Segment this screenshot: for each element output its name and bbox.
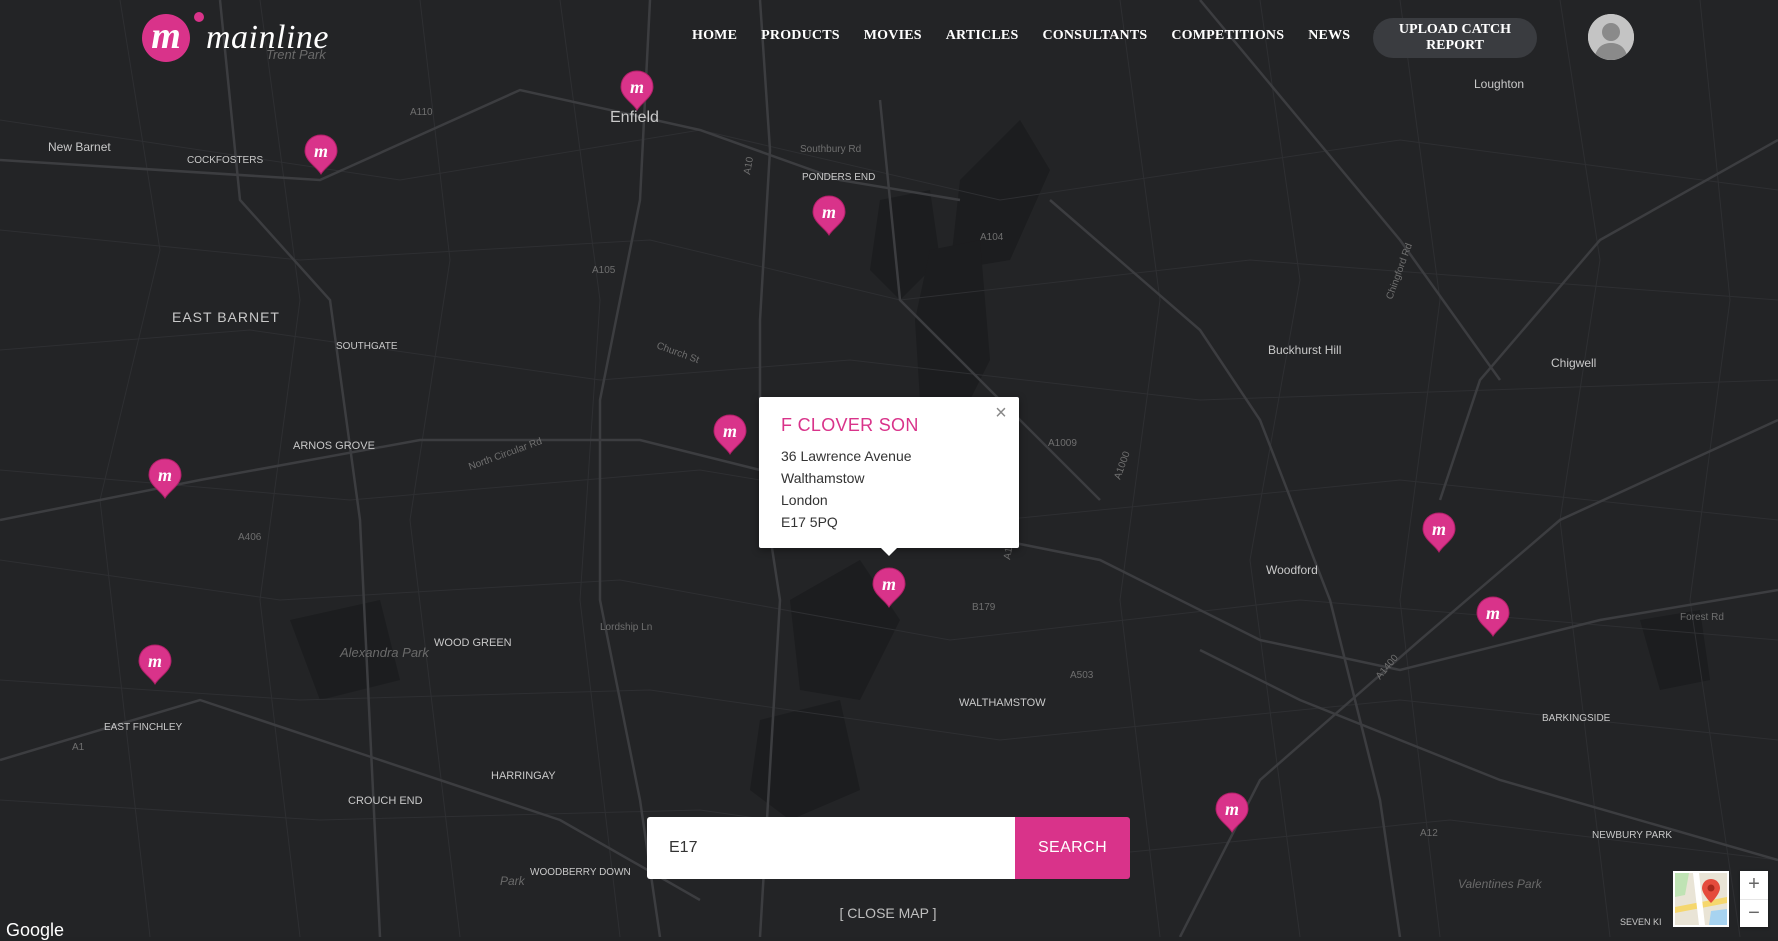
nav-articles[interactable]: ARTICLES — [934, 28, 1031, 44]
logo-text: mainline — [206, 19, 329, 56]
zoom-in-button[interactable]: + — [1740, 871, 1768, 899]
road-label: A110 — [410, 107, 433, 118]
logo-mark: m — [142, 14, 190, 62]
road-label: Lordship Ln — [600, 622, 652, 633]
nav-home[interactable]: HOME — [680, 28, 749, 44]
popup-address-line: E17 5PQ — [781, 514, 838, 530]
map-label-alexandra-park: Alexandra Park — [339, 645, 430, 660]
user-icon — [1588, 14, 1634, 60]
google-attribution: Google — [6, 920, 65, 940]
pin-letter: m — [630, 77, 644, 97]
nav-competitions[interactable]: COMPETITIONS — [1159, 28, 1296, 44]
popup-address-line: Walthamstow — [781, 470, 865, 486]
map-label-crouch-end: CROUCH END — [348, 795, 423, 807]
popup-address-line: London — [781, 492, 828, 508]
map-label-new-barnet: New Barnet — [48, 140, 111, 154]
brand-logo[interactable]: m mainline — [142, 12, 329, 64]
upload-catch-report-button[interactable]: UPLOAD CATCH REPORT — [1373, 18, 1537, 58]
map-type-toggle[interactable] — [1673, 871, 1729, 927]
avatar[interactable] — [1588, 14, 1634, 60]
pin-letter: m — [882, 574, 896, 594]
road-label: A105 — [592, 265, 616, 276]
main-nav: HOME PRODUCTS MOVIES ARTICLES CONSULTANT… — [680, 28, 1431, 52]
pin-letter: m — [158, 465, 172, 485]
logo-letter: m — [151, 15, 181, 57]
map-label-loughton: Loughton — [1474, 77, 1524, 91]
map-label-enfield: Enfield — [610, 109, 659, 126]
pin-letter: m — [822, 202, 836, 222]
close-map-link[interactable]: [ CLOSE MAP ] — [780, 905, 996, 921]
road-label: Southbury Rd — [800, 144, 861, 155]
search-button[interactable]: SEARCH — [1015, 817, 1130, 879]
road-label: A406 — [238, 532, 262, 543]
pin-letter: m — [1486, 603, 1500, 623]
map-label-wood-green: WOOD GREEN — [434, 637, 512, 649]
map-thumbnail-icon — [1675, 873, 1727, 925]
road-label: Forest Rd — [1680, 612, 1724, 623]
search-input[interactable] — [647, 817, 1015, 879]
map-label-east-finchley: EAST FINCHLEY — [104, 722, 182, 733]
map-label-woodford: Woodford — [1266, 563, 1318, 577]
map-label-seven-kings: SEVEN KI — [1620, 917, 1662, 927]
road-label: A1009 — [1048, 438, 1077, 449]
info-popup: × F CLOVER SON 36 Lawrence Avenue Waltha… — [759, 397, 1019, 556]
nav-consultants[interactable]: CONSULTANTS — [1030, 28, 1159, 44]
pin-letter: m — [314, 141, 328, 161]
pin-letter: m — [1225, 799, 1239, 819]
zoom-controls: + − — [1740, 871, 1768, 927]
zoom-out-button[interactable]: − — [1740, 899, 1768, 928]
pin-letter: m — [1432, 519, 1446, 539]
road-label: A104 — [980, 232, 1004, 243]
nav-movies[interactable]: MOVIES — [852, 28, 934, 44]
map-label-woodberry-down: WOODBERRY DOWN — [530, 867, 631, 878]
map-label-valentines-park: Valentines Park — [1458, 877, 1543, 891]
popup-address-line: 36 Lawrence Avenue — [781, 448, 912, 464]
logo-dot — [194, 12, 204, 22]
map-label-chigwell: Chigwell — [1551, 356, 1596, 370]
map-label-east-barnet: EAST BARNET — [172, 309, 280, 325]
popup-title: F CLOVER SON — [781, 415, 919, 435]
map-label-cockfosters: COCKFOSTERS — [187, 155, 263, 166]
road-label: A12 — [1420, 828, 1438, 839]
map-label-newbury-park: NEWBURY PARK — [1592, 830, 1672, 841]
pin-letter: m — [723, 421, 737, 441]
map-label-harringay: HARRINGAY — [491, 770, 556, 782]
road-label: A503 — [1070, 670, 1094, 681]
map-label-barkingside: BARKINGSIDE — [1542, 713, 1611, 724]
close-icon[interactable]: × — [993, 403, 1009, 423]
map-label-arnos-grove: ARNOS GROVE — [293, 440, 375, 452]
road-label: B179 — [972, 602, 996, 613]
pin-letter: m — [148, 651, 162, 671]
map-label-ponders-end: PONDERS END — [802, 172, 875, 183]
nav-news[interactable]: NEWS — [1296, 28, 1362, 44]
map-label-walthamstow: WALTHAMSTOW — [959, 697, 1046, 709]
map-label-buckhurst-hill: Buckhurst Hill — [1268, 343, 1341, 357]
map-label-park: Park — [500, 874, 526, 888]
nav-products[interactable]: PRODUCTS — [749, 28, 852, 44]
map-label-southgate: SOUTHGATE — [336, 341, 398, 352]
road-label: A1 — [72, 742, 85, 753]
